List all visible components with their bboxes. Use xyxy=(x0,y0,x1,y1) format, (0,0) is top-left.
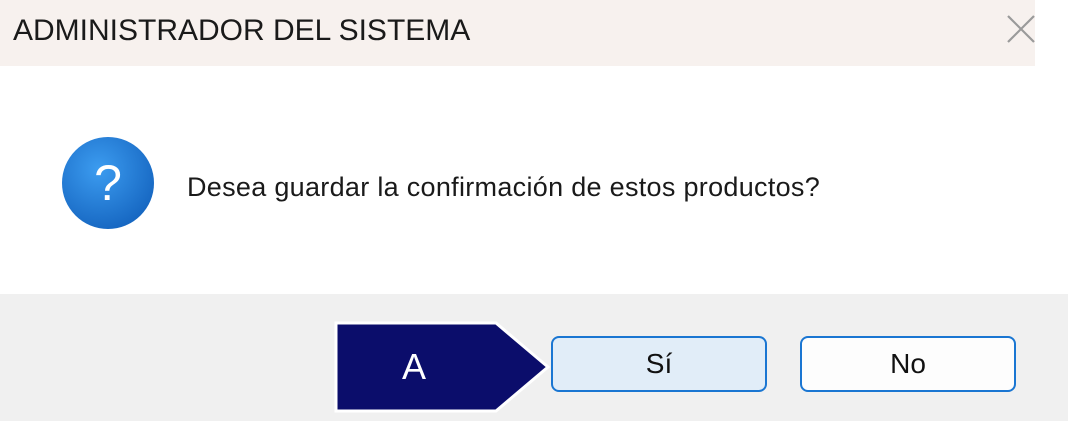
question-icon: ? xyxy=(61,136,155,230)
window-title: ADMINISTRADOR DEL SISTEMA xyxy=(13,14,471,47)
button-bar: Sí No A xyxy=(0,294,1068,421)
confirmation-dialog: ADMINISTRADOR DEL SISTEMA ? Desea guarda… xyxy=(0,0,1068,421)
annotation-label: A xyxy=(401,346,426,387)
close-icon[interactable] xyxy=(1002,10,1040,48)
dialog-body: ? Desea guardar la confirmación de estos… xyxy=(0,66,1068,294)
no-button[interactable]: No xyxy=(800,336,1016,392)
svg-text:?: ? xyxy=(94,155,122,211)
yes-button[interactable]: Sí xyxy=(551,336,767,392)
dialog-message: Desea guardar la confirmación de estos p… xyxy=(187,172,821,202)
title-bar: ADMINISTRADOR DEL SISTEMA xyxy=(0,0,1035,66)
